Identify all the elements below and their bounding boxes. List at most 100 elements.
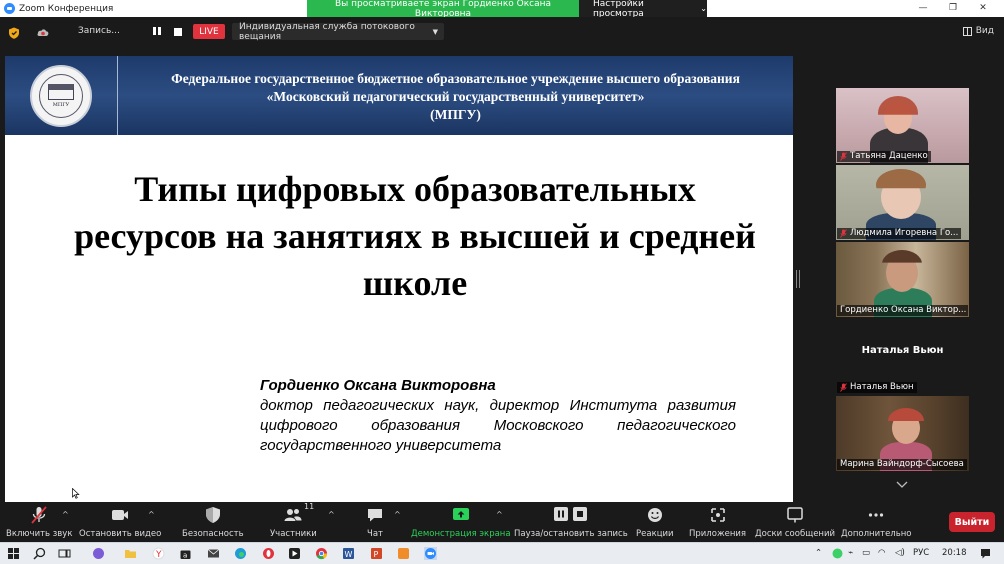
battery-icon[interactable]: ▭ xyxy=(862,548,870,558)
windows-taskbar: Y a W P ⌃ ⌁ ▭ ◠ ◁) РУС 20:18 xyxy=(0,542,1004,564)
apps-icon xyxy=(710,508,725,522)
apps-button[interactable]: Приложения xyxy=(689,505,746,541)
participant-name: Татьяна Даценко xyxy=(850,151,928,161)
shared-screen-slide: МПГУ Федеральное государственное бюджетн… xyxy=(5,56,793,502)
network-icon[interactable]: ⌁ xyxy=(848,548,853,558)
chat-button[interactable]: Чат xyxy=(365,505,385,541)
svg-text:a: a xyxy=(183,552,187,560)
windows-start-icon[interactable] xyxy=(7,547,20,560)
participants-icon xyxy=(284,509,302,521)
zoom-window: Zoom Конференция Вы просматриваете экран… xyxy=(0,0,1004,564)
opera-browser-icon[interactable] xyxy=(262,547,275,560)
org-line-1: Федеральное государственное бюджетное об… xyxy=(171,71,740,86)
close-button[interactable]: ✕ xyxy=(969,0,997,17)
whiteboards-label: Доски сообщений xyxy=(755,529,836,539)
tray-expand-chevron[interactable]: ⌃ xyxy=(815,548,822,558)
participant-display-name: Наталья Вьюн xyxy=(861,345,944,356)
stop-recording-icon[interactable] xyxy=(174,28,182,36)
stop-video-label: Остановить видео xyxy=(79,529,162,539)
pause-stop-recording-label: Пауза/остановить запись xyxy=(514,529,628,539)
window-title: Zoom Конференция xyxy=(19,3,114,14)
apps-label: Приложения xyxy=(689,529,747,539)
pause-stop-recording-button[interactable]: Пауза/остановить запись xyxy=(514,505,628,541)
slide-title: Типы цифровых образовательных ресурсов н… xyxy=(74,169,756,303)
chat-options-caret[interactable]: ^ xyxy=(394,510,401,519)
recording-status: Запись... xyxy=(78,26,120,36)
participant-tile[interactable]: Наталья Вьюн Наталья Вьюн xyxy=(836,319,969,394)
stream-service-dropdown[interactable]: Индивидуальная служба потокового вещания… xyxy=(232,21,444,42)
search-icon[interactable] xyxy=(33,547,46,560)
task-view-icon[interactable] xyxy=(58,547,71,560)
encryption-shield-icon[interactable] xyxy=(8,27,20,39)
share-options-caret[interactable]: ^ xyxy=(496,510,503,519)
participant-name-tag: Татьяна Даценко xyxy=(837,151,931,162)
file-explorer-icon[interactable] xyxy=(124,547,137,560)
participants-count: 11 xyxy=(304,502,315,511)
app-purple-icon[interactable] xyxy=(92,547,105,560)
app-orange-icon[interactable] xyxy=(397,547,410,560)
split-resize-handle[interactable] xyxy=(796,270,800,288)
notifications-icon[interactable] xyxy=(979,547,992,560)
participant-name: Наталья Вьюн xyxy=(850,382,914,392)
pause-recording-icon[interactable] xyxy=(153,27,163,37)
mail-icon[interactable] xyxy=(207,547,220,560)
participant-tile-active-speaker[interactable]: Гордиенко Оксана Виктор... xyxy=(836,242,969,317)
mouse-cursor-icon xyxy=(72,488,80,499)
security-button[interactable]: Безопасность xyxy=(182,505,244,541)
mic-muted-icon xyxy=(840,152,847,161)
stream-service-label: Индивидуальная служба потокового вещания xyxy=(239,21,415,42)
zoom-taskbar-icon[interactable] xyxy=(424,547,437,560)
audio-options-caret[interactable]: ^ xyxy=(62,510,69,519)
participant-name-tag: Наталья Вьюн xyxy=(837,382,917,393)
unmute-label: Включить звук xyxy=(6,529,73,539)
share-banner: Вы просматриваете экран Гордиенко Оксана… xyxy=(307,0,707,19)
whiteboards-button[interactable]: Доски сообщений xyxy=(755,505,835,541)
participant-tile[interactable]: Людмила Игоревна Го... xyxy=(836,165,969,240)
volume-icon[interactable]: ◁) xyxy=(895,548,905,558)
participant-tile[interactable]: Марина Вайндорф-Сысоева xyxy=(836,396,969,471)
reactions-button[interactable]: Реакции xyxy=(636,505,674,541)
participant-name: Людмила Игоревна Го... xyxy=(850,228,959,238)
university-logo: МПГУ xyxy=(5,56,118,135)
zoom-logo-icon xyxy=(4,3,15,14)
clock-time[interactable]: 20:18 xyxy=(942,548,967,558)
view-options-label: Настройки просмотра xyxy=(593,0,644,19)
maximize-button[interactable]: ❐ xyxy=(939,0,967,17)
more-button[interactable]: Дополнительно xyxy=(841,505,912,541)
yandex-browser-icon[interactable]: Y xyxy=(152,547,165,560)
share-banner-message: Вы просматриваете экран Гордиенко Оксана… xyxy=(334,0,552,19)
video-camera-icon xyxy=(112,510,129,520)
edge-browser-icon[interactable] xyxy=(234,547,247,560)
wifi-icon[interactable]: ◠ xyxy=(878,548,885,558)
title-bar: Zoom Конференция Вы просматриваете экран… xyxy=(0,0,1004,19)
participant-tile[interactable]: Татьяна Даценко xyxy=(836,88,969,163)
slide-author-block: Гордиенко Оксана Викторовна доктор педаг… xyxy=(260,376,736,456)
view-button[interactable]: Вид xyxy=(962,26,994,36)
live-badge: LIVE xyxy=(193,24,225,39)
powerpoint-icon[interactable]: P xyxy=(370,547,383,560)
view-options-dropdown[interactable]: Настройки просмотра ⌄ xyxy=(579,0,707,19)
meeting-toolbar: Включить звук ^ Остановить видео ^ Безоп… xyxy=(0,502,1004,542)
slide-header: МПГУ Федеральное государственное бюджетн… xyxy=(5,56,793,135)
media-player-icon[interactable] xyxy=(288,547,301,560)
app-tray-icon[interactable] xyxy=(831,547,844,560)
scroll-down-chevron-icon[interactable] xyxy=(896,480,908,490)
chrome-browser-icon[interactable] xyxy=(315,547,328,560)
security-label: Безопасность xyxy=(182,529,244,539)
participant-name-tag: Людмила Игоревна Го... xyxy=(837,228,962,239)
input-language[interactable]: РУС xyxy=(913,548,929,558)
author-description: доктор педагогических наук, директор Инс… xyxy=(260,397,736,454)
leave-meeting-button[interactable]: Выйти xyxy=(949,512,995,532)
minimize-button[interactable]: — xyxy=(909,0,937,17)
more-label: Дополнительно xyxy=(841,529,912,539)
participants-options-caret[interactable]: ^ xyxy=(328,510,335,519)
mic-muted-icon xyxy=(840,229,847,238)
video-options-caret[interactable]: ^ xyxy=(148,510,155,519)
smiley-face-icon xyxy=(647,508,662,522)
reactions-label: Реакции xyxy=(636,529,674,539)
store-icon[interactable]: a xyxy=(179,547,192,560)
slide-organization: Федеральное государственное бюджетное об… xyxy=(118,70,793,124)
svg-text:W: W xyxy=(345,550,353,559)
word-icon[interactable]: W xyxy=(342,547,355,560)
meeting-top-bar: Запись... LIVE Индивидуальная служба пот… xyxy=(0,17,1004,47)
